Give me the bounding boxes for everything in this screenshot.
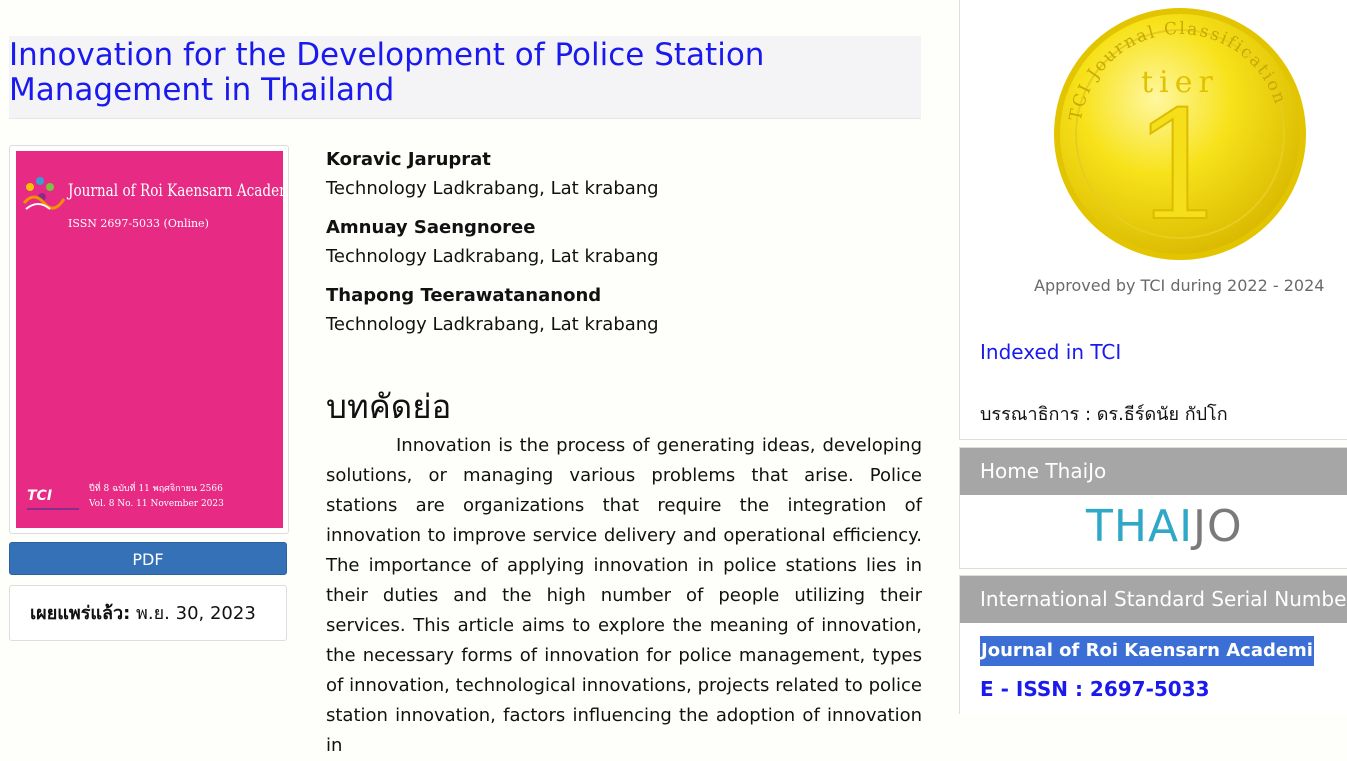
indexed-in-tci-link[interactable]: Indexed in TCI	[980, 340, 1121, 364]
coin-number: 1	[1132, 80, 1227, 254]
author-affiliation: Technology Ladkrabang, Lat krabang	[326, 314, 659, 335]
abstract-heading: บทคัดย่อ	[326, 387, 452, 426]
editor-text: บรรณาธิการ : ดร.ธีร์ดนัย กัปโก	[980, 404, 1228, 425]
home-thaijo-block: Home ThaiJo THAIJO	[959, 447, 1347, 569]
published-date: พ.ย. 30, 2023	[130, 603, 256, 624]
cover-tci-underline	[27, 508, 79, 510]
thaijo-logo-link[interactable]: THAIJO	[1086, 503, 1243, 551]
thaijo-logo-thai: THAI	[1086, 501, 1194, 552]
cover-frame: Journal of Roi Kaensarn Academi ISSN 269…	[9, 145, 289, 534]
author-affiliation: Technology Ladkrabang, Lat krabang	[326, 178, 659, 199]
thaijo-logo-jo: JO	[1193, 501, 1243, 552]
cover-issn: ISSN 2697-5033 (Online)	[68, 217, 209, 230]
author-name: Thapong Teerawatananond	[326, 285, 602, 306]
cover-journal-title: Journal of Roi Kaensarn Academi	[68, 181, 283, 201]
tci-block: TCI Journal Classification tier 1 Approv…	[959, 0, 1347, 440]
issn-number: E - ISSN : 2697-5033	[980, 677, 1210, 701]
abstract-text: Innovation is the process of generating …	[326, 435, 922, 756]
sidebar: TCI Journal Classification tier 1 Approv…	[958, 0, 1347, 714]
article-title: Innovation for the Development of Police…	[9, 37, 765, 108]
home-thaijo-header: Home ThaiJo	[960, 448, 1347, 495]
author-item: Amnuay Saengnoree Technology Ladkrabang,…	[326, 214, 926, 272]
cover-tci-mark: TCI	[27, 488, 53, 504]
main-content: Innovation for the Development of Police…	[0, 0, 935, 756]
author-name: Amnuay Saengnoree	[326, 217, 536, 238]
tci-approved-text: Approved by TCI during 2022 - 2024	[1034, 276, 1325, 295]
author-name: Koravic Jaruprat	[326, 149, 491, 170]
author-item: Koravic Jaruprat Technology Ladkrabang, …	[326, 146, 926, 204]
published-date-box: เผยแพร่แล้ว: พ.ย. 30, 2023	[9, 585, 287, 641]
journal-logo-icon	[22, 177, 66, 210]
issn-header: International Standard Serial Number	[960, 576, 1347, 623]
journal-cover[interactable]: Journal of Roi Kaensarn Academi ISSN 269…	[16, 151, 283, 528]
cover-vol-issue: Vol. 8 No. 11 November 2023	[89, 499, 224, 509]
published-label: เผยแพร่แล้ว:	[30, 603, 131, 624]
pdf-download-button[interactable]: PDF	[9, 542, 287, 575]
tci-tier-1-coin-icon: TCI Journal Classification tier 1	[1054, 8, 1306, 260]
cover-thai-issue: ปีที่ 8 ฉบับที่ 11 พฤศจิกายน 2566	[89, 484, 223, 494]
article-title-box: Innovation for the Development of Police…	[9, 36, 921, 119]
author-affiliation: Technology Ladkrabang, Lat krabang	[326, 246, 659, 267]
authors-list: Koravic Jaruprat Technology Ladkrabang, …	[326, 146, 926, 350]
issn-block: International Standard Serial Number Jou…	[959, 575, 1347, 714]
issn-journal-name: Journal of Roi Kaensarn Academi	[980, 636, 1314, 666]
author-item: Thapong Teerawatananond Technology Ladkr…	[326, 282, 926, 340]
